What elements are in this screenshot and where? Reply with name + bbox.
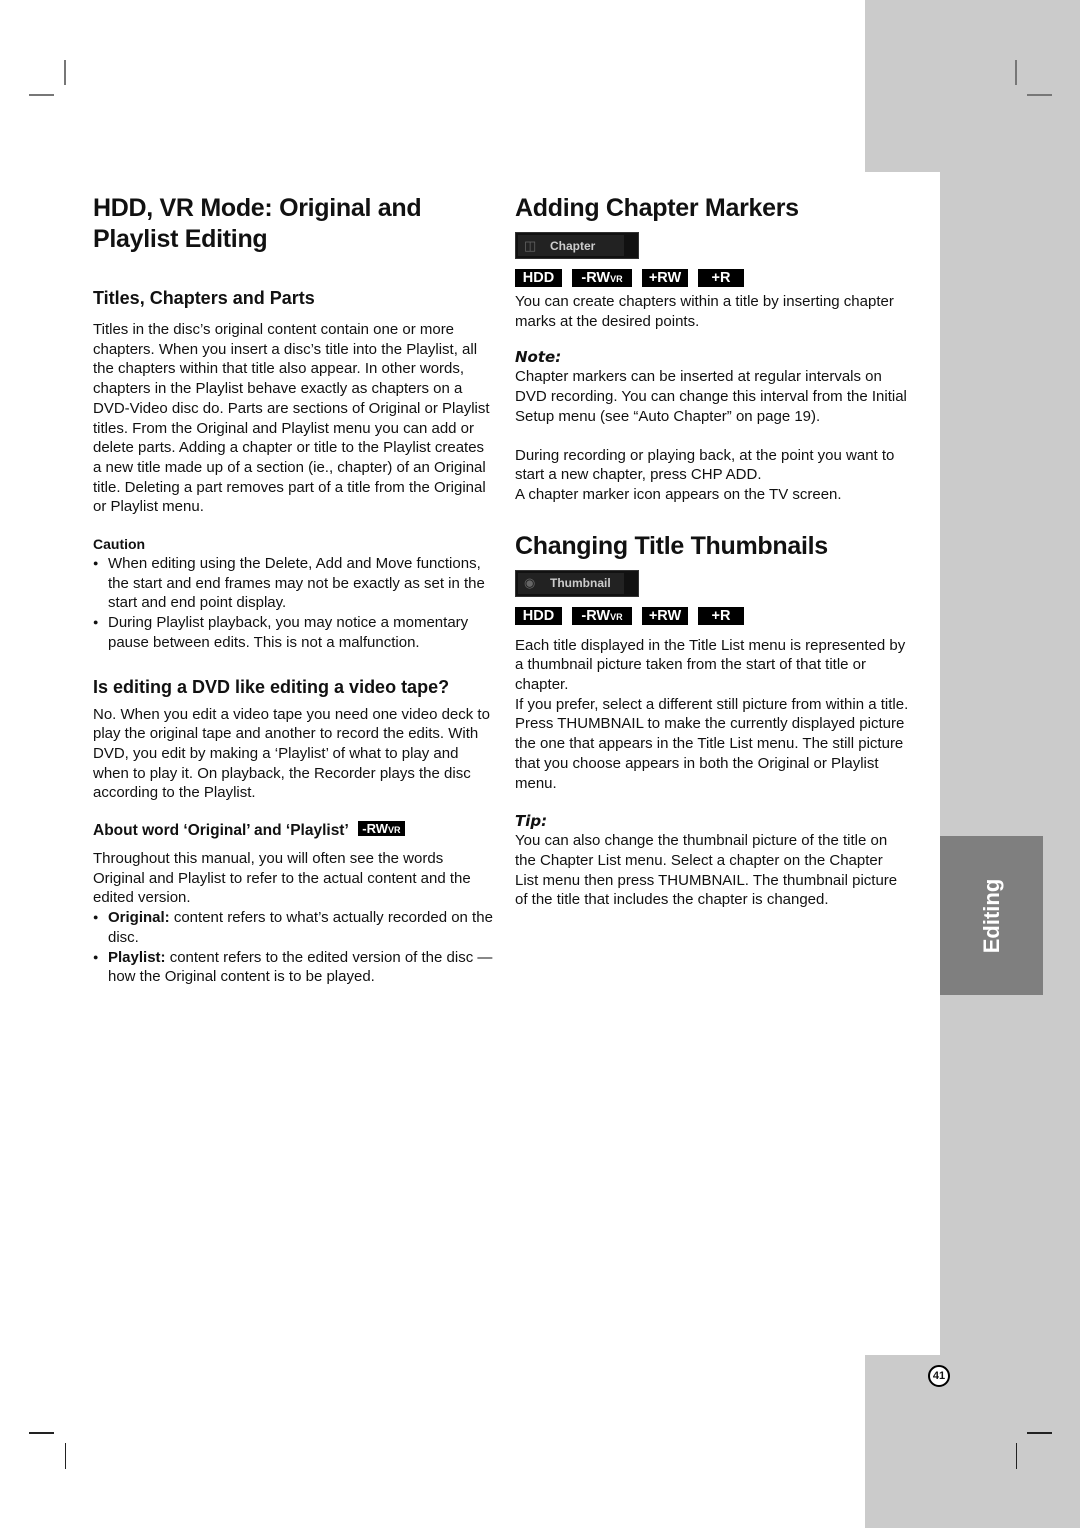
disc-badge-plus-rw: +RW <box>642 606 688 625</box>
page-number: 41 <box>928 1365 950 1387</box>
section-heading: About word ‘Original’ and ‘Playlist’ -RW… <box>93 821 493 841</box>
disc-badge-rwvr: -RWVR <box>572 269 632 287</box>
section-body: Press THUMBNAIL to make the currently di… <box>515 715 905 792</box>
disc-badge-text: -RW <box>581 270 611 286</box>
section-body: You can create chapters within a title b… <box>515 293 894 330</box>
disc-badge-rwvr: -RWVR <box>572 606 632 625</box>
crop-mark <box>29 1432 54 1434</box>
disc-badge-sub: VR <box>388 825 401 836</box>
definition-list: Original: content refers to what’s actua… <box>93 908 493 987</box>
disc-badge-rwvr: -RWVR <box>358 821 405 837</box>
section-tab-label: Editing <box>978 878 1004 953</box>
disc-badge-plus-r: +R <box>698 606 744 625</box>
section-heading: Titles, Chapters and Parts <box>93 288 315 308</box>
chapter-menu-badge: ◫ Chapter <box>515 232 639 259</box>
camera-icon: ◉ <box>524 575 536 591</box>
caution-item: During Playlist playback, you may notice… <box>93 613 493 652</box>
definition-item: Original: content refers to what’s actua… <box>93 908 493 947</box>
page-title: HDD, VR Mode: Original and Playlist Edit… <box>93 194 422 253</box>
tip-label: Tip: <box>515 812 548 831</box>
disc-badge-plus-r: +R <box>698 269 744 287</box>
section-body: No. When you edit a video tape you need … <box>93 705 490 802</box>
section-body: Throughout this manual, you will often s… <box>93 850 471 907</box>
definition-item: Playlist: content refers to the edited v… <box>93 948 493 987</box>
note-label: Note: <box>515 348 562 367</box>
crop-mark <box>1027 94 1052 96</box>
disc-badge-hdd: HDD <box>515 606 562 625</box>
crop-mark <box>64 60 66 85</box>
film-icon: ◫ <box>524 237 537 253</box>
crop-mark <box>65 1443 66 1469</box>
section-body: If you prefer, select a different still … <box>515 695 909 713</box>
section-tab-editing[interactable]: Editing <box>940 836 1043 995</box>
tip-body: You can also change the thumbnail pictur… <box>515 832 898 909</box>
menu-badge-label: Chapter <box>550 238 596 253</box>
disc-compat-row: HDD -RWVR +RW +R <box>515 606 910 625</box>
definition-term: Original: <box>108 909 170 927</box>
menu-badge-label: Thumbnail <box>550 576 611 591</box>
crop-mark <box>1015 60 1017 85</box>
definition-term: Playlist: <box>108 948 166 966</box>
margin-band-top <box>865 0 1080 172</box>
section-body: Titles in the disc’s original content co… <box>93 321 490 516</box>
note-body: Chapter markers can be inserted at regul… <box>515 368 907 425</box>
disc-badge-sub: VR <box>610 611 623 622</box>
section-heading: Is editing a DVD like editing a video ta… <box>93 676 450 697</box>
caution-list: When editing using the Delete, Add and M… <box>93 554 493 653</box>
section-title-chapter: Adding Chapter Markers <box>515 194 799 222</box>
disc-badge-text: -RW <box>362 821 389 837</box>
thumbnail-menu-badge: ◉ Thumbnail <box>515 569 639 597</box>
section-body: During recording or playing back, at the… <box>515 446 895 484</box>
caution-item: When editing using the Delete, Add and M… <box>93 554 493 613</box>
section-title-thumbnail: Changing Title Thumbnails <box>515 531 828 560</box>
section-body: A chapter marker icon appears on the TV … <box>515 485 842 503</box>
disc-badge-hdd: HDD <box>515 269 562 287</box>
section-heading-text: About word ‘Original’ and ‘Playlist’ <box>93 822 348 840</box>
disc-badge-sub: VR <box>610 274 623 284</box>
caution-label: Caution <box>93 536 146 553</box>
section-body: Each title displayed in the Title List m… <box>515 636 906 694</box>
right-column: Adding Chapter Markers ◫ Chapter HDD -RW… <box>515 193 910 910</box>
disc-badge-plus-rw: +RW <box>642 269 688 287</box>
crop-mark <box>1027 1432 1052 1434</box>
definition-text: content refers to the edited version of … <box>108 948 493 986</box>
disc-badge-text: -RW <box>581 607 611 624</box>
disc-compat-row: HDD -RWVR +RW +R <box>515 269 910 287</box>
left-column: HDD, VR Mode: Original and Playlist Edit… <box>93 193 493 987</box>
crop-mark <box>29 94 54 96</box>
crop-mark <box>1016 1443 1017 1469</box>
